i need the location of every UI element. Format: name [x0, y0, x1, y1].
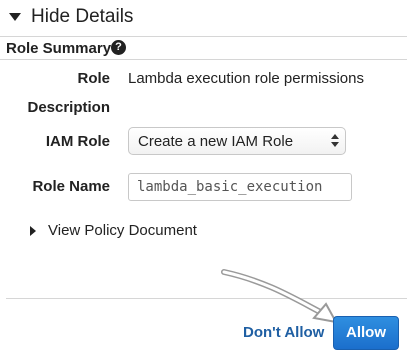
footer-divider [6, 298, 407, 299]
allow-button[interactable]: Allow [333, 316, 399, 350]
caret-right-icon [30, 226, 36, 236]
question-circle-icon[interactable]: ? [111, 40, 126, 55]
summary-divider [0, 59, 407, 60]
iam-role-select[interactable]: Create a new IAM Role [128, 127, 346, 155]
header-divider [0, 36, 407, 37]
hide-details-label: Hide Details [31, 6, 134, 27]
caret-down-icon [9, 13, 21, 21]
iam-role-label: IAM Role [45, 133, 110, 150]
role-summary-heading: Role Summary [6, 40, 112, 57]
role-label: Role [77, 70, 110, 87]
hide-details-toggle[interactable]: Hide Details [0, 0, 407, 36]
select-arrows-icon [331, 133, 339, 149]
description-label: Description [27, 99, 110, 116]
dont-allow-button[interactable]: Don't Allow [243, 324, 324, 341]
role-value: Lambda execution role permissions [128, 70, 364, 87]
iam-role-selected-value: Create a new IAM Role [138, 133, 294, 150]
role-name-input[interactable]: lambda_basic_execution [128, 173, 352, 201]
view-policy-document-label: View Policy Document [48, 222, 197, 239]
annotation-arrow-icon [221, 269, 338, 324]
role-name-label: Role Name [32, 178, 110, 195]
